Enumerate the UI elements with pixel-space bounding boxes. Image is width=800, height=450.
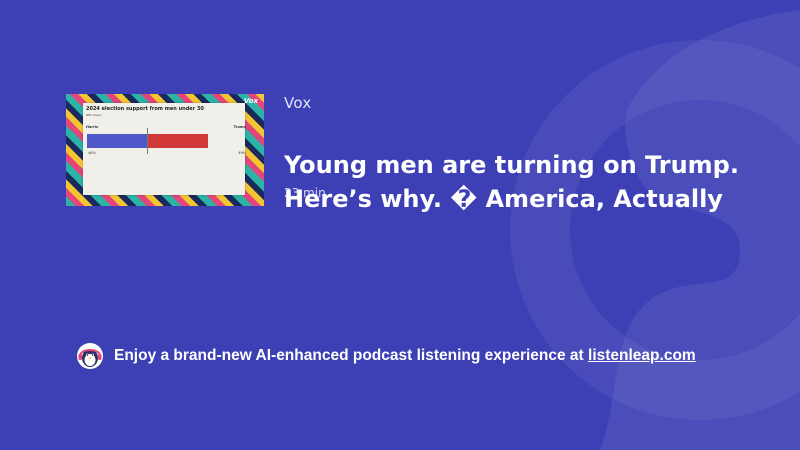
thumbnail-left-label: Harris bbox=[86, 125, 99, 129]
podcast-logo-watermark-icon bbox=[510, 10, 800, 450]
thumbnail-trump-bar bbox=[148, 134, 208, 148]
thumbnail-brand-logo: Vox bbox=[243, 97, 258, 105]
promo-text: Enjoy a brand-new AI-enhanced podcast li… bbox=[114, 347, 696, 365]
thumbnail-chart-subtitle: NBC News bbox=[86, 113, 102, 117]
thumbnail-left-value: 46% bbox=[88, 151, 96, 155]
episode-thumbnail[interactable]: 2024 election support from men under 30 … bbox=[66, 94, 264, 206]
promo-footer: Enjoy a brand-new AI-enhanced podcast li… bbox=[76, 342, 696, 370]
promo-message: Enjoy a brand-new AI-enhanced podcast li… bbox=[114, 347, 589, 364]
penguin-headphones-mascot-icon bbox=[77, 343, 103, 369]
thumbnail-chart-title: 2024 election support from men under 30 bbox=[86, 106, 204, 112]
thumbnail-right-label: Trump bbox=[233, 125, 246, 129]
thumbnail-midline bbox=[147, 128, 148, 154]
thumbnail-right-value: 49% bbox=[238, 151, 246, 155]
episode-title[interactable]: Young men are turning on Trump. Here’s w… bbox=[284, 148, 784, 216]
publisher-name[interactable]: Vox bbox=[284, 94, 312, 112]
listenleap-link[interactable]: listenleap.com bbox=[588, 347, 696, 364]
thumbnail-harris-bar bbox=[87, 134, 148, 148]
thumbnail-chart-card bbox=[83, 103, 245, 195]
